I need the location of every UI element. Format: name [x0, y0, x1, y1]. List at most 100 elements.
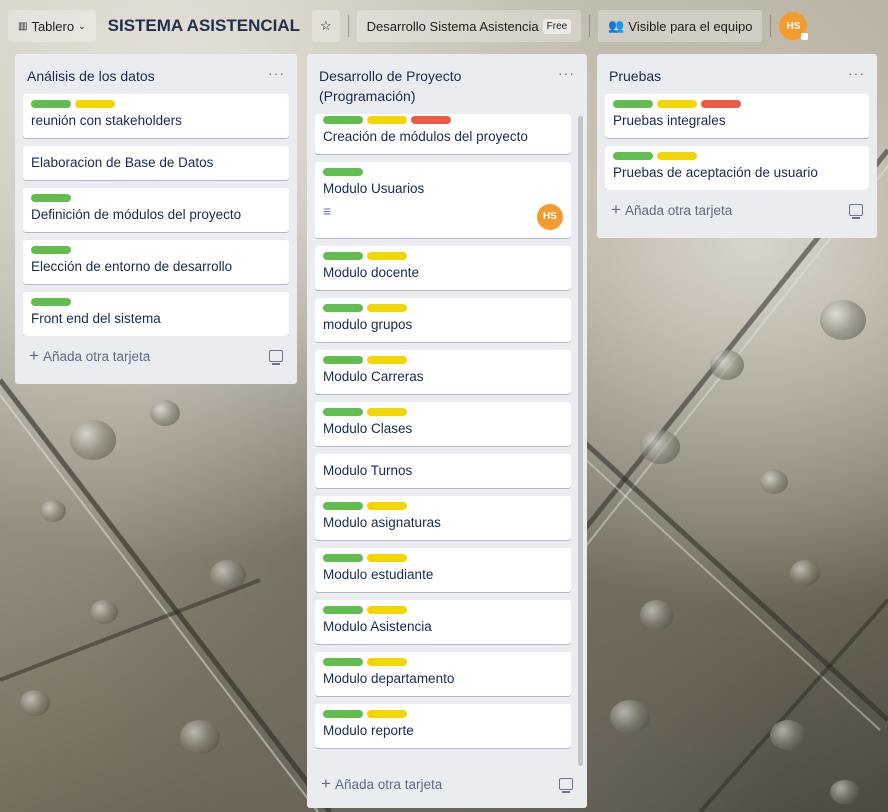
label-green[interactable] — [323, 710, 363, 718]
chevron-down-icon: ⌄ — [78, 20, 86, 31]
card-labels — [613, 152, 861, 160]
card[interactable]: Modulo estudiante — [315, 548, 571, 592]
card-title: modulo grupos — [323, 317, 413, 332]
label-yellow[interactable] — [367, 606, 407, 614]
card-title: Creación de módulos del proyecto — [323, 129, 528, 144]
add-card-button[interactable]: + Añada otra tarjeta — [605, 190, 869, 230]
list-title[interactable]: Pruebas — [609, 66, 661, 86]
board-icon: ▥ — [18, 20, 28, 32]
card[interactable]: modulo grupos — [315, 298, 571, 342]
card[interactable]: Front end del sistema — [23, 292, 289, 336]
label-yellow[interactable] — [75, 100, 115, 108]
card-labels — [323, 502, 563, 510]
label-green[interactable] — [323, 304, 363, 312]
label-green[interactable] — [323, 554, 363, 562]
list-menu-icon[interactable]: ··· — [558, 66, 575, 80]
label-green[interactable] — [323, 408, 363, 416]
card-member-avatar[interactable]: HS — [537, 204, 563, 230]
list-header[interactable]: Análisis de los datos ··· — [23, 54, 289, 94]
label-yellow[interactable] — [367, 554, 407, 562]
label-yellow[interactable] — [657, 100, 697, 108]
card[interactable]: Modulo departamento — [315, 652, 571, 696]
card-labels — [323, 116, 563, 124]
board-switcher-label: Tablero — [31, 18, 75, 34]
card[interactable]: Modulo Clases — [315, 402, 571, 446]
card[interactable]: Modulo reporte — [315, 704, 571, 748]
label-yellow[interactable] — [367, 408, 407, 416]
label-green[interactable] — [323, 116, 363, 124]
card-labels — [323, 168, 563, 176]
card[interactable]: reunión con stakeholders — [23, 94, 289, 138]
card-title: Pruebas de aceptación de usuario — [613, 165, 818, 180]
list-scrollbar[interactable] — [578, 116, 583, 766]
card-title: Modulo Carreras — [323, 369, 424, 384]
label-yellow[interactable] — [367, 502, 407, 510]
list-title[interactable]: Análisis de los datos — [27, 66, 155, 86]
card-labels — [323, 408, 563, 416]
avatar[interactable]: HS — [779, 12, 809, 40]
label-red[interactable] — [411, 116, 451, 124]
card-labels — [31, 298, 281, 306]
card-labels — [323, 658, 563, 666]
list-header[interactable]: Desarrollo de Proyecto (Programación) ··… — [315, 54, 579, 114]
label-red[interactable] — [701, 100, 741, 108]
card[interactable]: Elaboracion de Base de Datos — [23, 146, 289, 180]
card[interactable]: Modulo asignaturas — [315, 496, 571, 540]
card-title: Modulo departamento — [323, 671, 455, 686]
card-title: Modulo reporte — [323, 723, 414, 738]
card[interactable]: Modulo Turnos — [315, 454, 571, 488]
card[interactable]: Definición de módulos del proyecto — [23, 188, 289, 232]
star-button[interactable]: ☆ — [312, 10, 340, 42]
header-divider — [589, 15, 591, 37]
list-menu-icon[interactable]: ··· — [848, 66, 865, 80]
board-title[interactable]: SISTEMA ASISTENCIAL — [104, 16, 304, 36]
label-green[interactable] — [31, 194, 71, 202]
label-yellow[interactable] — [657, 152, 697, 160]
label-green[interactable] — [323, 252, 363, 260]
team-plan-badge: Free — [542, 18, 572, 34]
card[interactable]: Creación de módulos del proyecto — [315, 114, 571, 154]
label-green[interactable] — [613, 100, 653, 108]
card[interactable]: Elección de entorno de desarrollo — [23, 240, 289, 284]
team-button[interactable]: Desarrollo Sistema Asistencia Free — [356, 10, 582, 42]
card[interactable]: Modulo Usuarios ≡ HS — [315, 162, 571, 238]
label-green[interactable] — [323, 658, 363, 666]
label-green[interactable] — [323, 356, 363, 364]
list-title[interactable]: Desarrollo de Proyecto (Programación) — [319, 66, 519, 106]
team-name: Desarrollo Sistema Asistencia — [366, 18, 539, 34]
card-template-icon[interactable] — [269, 350, 283, 365]
visibility-button[interactable]: 👥 Visible para el equipo — [598, 10, 763, 42]
list-menu-icon[interactable]: ··· — [268, 66, 285, 80]
list-header[interactable]: Pruebas ··· — [605, 54, 869, 94]
board-switcher-button[interactable]: ▥ Tablero ⌄ — [8, 10, 96, 42]
card-template-icon[interactable] — [559, 778, 573, 793]
description-icon: ≡ — [323, 203, 332, 219]
label-green[interactable] — [31, 100, 71, 108]
add-card-button[interactable]: + Añada otra tarjeta — [23, 336, 289, 376]
label-yellow[interactable] — [367, 304, 407, 312]
label-yellow[interactable] — [367, 658, 407, 666]
label-green[interactable] — [31, 298, 71, 306]
add-card-button[interactable]: + Añada otra tarjeta — [315, 764, 579, 804]
label-yellow[interactable] — [367, 710, 407, 718]
label-yellow[interactable] — [367, 356, 407, 364]
label-green[interactable] — [613, 152, 653, 160]
label-yellow[interactable] — [367, 252, 407, 260]
label-green[interactable] — [323, 168, 363, 176]
label-green[interactable] — [323, 502, 363, 510]
card[interactable]: Modulo Asistencia — [315, 600, 571, 644]
label-green[interactable] — [323, 606, 363, 614]
card[interactable]: Pruebas integrales — [605, 94, 869, 138]
card[interactable]: Pruebas de aceptación de usuario — [605, 146, 869, 190]
card-list: Pruebas integrales Pruebas de aceptación… — [605, 94, 869, 190]
card[interactable]: Modulo docente — [315, 246, 571, 290]
card-title: Definición de módulos del proyecto — [31, 207, 242, 222]
card-labels — [323, 554, 563, 562]
card-template-icon[interactable] — [849, 204, 863, 219]
visibility-label: Visible para el equipo — [628, 18, 753, 34]
card[interactable]: Modulo Carreras — [315, 350, 571, 394]
label-green[interactable] — [31, 246, 71, 254]
card-title: Pruebas integrales — [613, 113, 726, 128]
star-icon: ☆ — [320, 18, 332, 33]
label-yellow[interactable] — [367, 116, 407, 124]
